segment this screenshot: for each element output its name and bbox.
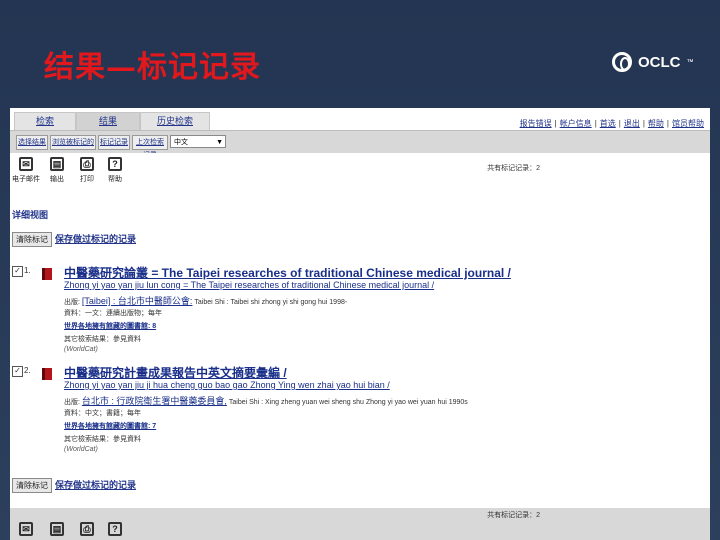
slide-title: 结果—标记记录 <box>44 50 261 85</box>
print-icon: ⎙ <box>80 522 94 536</box>
holdings-link[interactable]: 世界各地擁有館藏的圖書館: 7 <box>64 421 156 431</box>
record-count: 共有标记记录：2 <box>487 165 540 172</box>
publisher-name: 台北市 : 行政院衛生署中醫藥委員會, <box>81 396 227 406</box>
record-checkbox[interactable]: ✓ <box>12 366 23 377</box>
publisher-romanized: Taibei Shi : Taibei shi zhong yi shi gon… <box>194 299 348 306</box>
bottom-toolbar: ✉ 电子邮件 ▤ 输出 ⎙ 打印 ? 帮助 共有标记记录：2 <box>10 508 710 540</box>
page-label: 详细视图 <box>12 210 49 220</box>
export-button[interactable]: ▤ 输出 <box>50 522 64 540</box>
record-item: ✓ 1. 中醫藥研究論叢 = The Taipei researches of … <box>12 266 702 362</box>
screenshot-window: 检索 结果 历史检索 报告错误 | 帐户信息 | 首选 | 退出 | 帮助 | 馆员帮助 选择结果 … <box>10 108 710 540</box>
record-item: ✓ 2. 中醫藥研究計畫成果報告中英文摘要彙編 / Zhong yi yao y… <box>12 366 702 462</box>
record-romanized-title[interactable]: Zhong yi yao yan jiu ji hua cheng guo ba… <box>64 380 390 390</box>
record-checkbox[interactable]: ✓ <box>12 266 23 277</box>
record-title-link[interactable]: 中醫藥研究論叢 = The Taipei researches of tradi… <box>64 264 511 281</box>
link-help[interactable]: 帮助 <box>648 119 664 128</box>
book-icon <box>42 368 52 380</box>
oclc-logo-text: OCLC <box>638 53 681 71</box>
link-logout[interactable]: 退出 <box>624 119 640 128</box>
export-label: 输出 <box>50 176 64 183</box>
publisher-name: [Taibei] : 台北市中醫師公會: <box>81 296 193 306</box>
record-title-link[interactable]: 中醫藥研究計畫成果報告中英文摘要彙編 / <box>64 364 287 381</box>
link-account[interactable]: 帐户信息 <box>560 119 592 128</box>
language-select-value: 中文 <box>174 139 188 146</box>
action-row-top: 清除标记 保存做过标记的记录 <box>12 232 136 247</box>
email-icon: ✉ <box>19 522 33 536</box>
record-publisher: 出版: [Taibei] : 台北市中醫師公會: Taibei Shi : Ta… <box>64 294 347 307</box>
tab-history[interactable]: 历史检索 <box>140 112 210 131</box>
save-marked-link[interactable]: 保存做过标记的记录 <box>55 234 136 244</box>
link-report-error[interactable]: 报告错误 <box>520 119 552 128</box>
subnav-browse-marked[interactable]: 浏览被标记的 <box>50 135 96 150</box>
print-button[interactable]: ⎙ 打印 <box>80 157 94 184</box>
oclc-trademark: ™ <box>686 58 694 66</box>
export-icon: ▤ <box>50 157 64 171</box>
tab-bar: 检索 结果 历史检索 报告错误 | 帐户信息 | 首选 | 退出 | 帮助 | 馆员帮助 <box>10 108 710 131</box>
record-romanized-title[interactable]: Zhong yi yao yan jiu lun cong = The Taip… <box>64 280 434 290</box>
email-label: 电子邮件 <box>12 176 40 183</box>
record-format: 資料：中文；書籍；每年 <box>64 410 141 417</box>
action-row-bottom: 清除标记 保存做过标记的记录 <box>12 478 136 493</box>
publisher-prefix: 出版: <box>64 399 80 406</box>
help-button[interactable]: ? 帮助 <box>108 522 122 540</box>
link-staff-help[interactable]: 馆员帮助 <box>672 119 704 128</box>
oclc-ring-icon <box>612 52 632 72</box>
print-label: 打印 <box>80 176 94 183</box>
clear-marks-button[interactable]: 清除标记 <box>12 232 52 247</box>
print-button[interactable]: ⎙ 打印 <box>80 522 94 540</box>
help-button[interactable]: ? 帮助 <box>108 157 122 184</box>
subnav-bar: 选择结果 浏览被标记的 标记记录 上次检索记录 中文 ▼ <box>10 130 710 159</box>
book-icon <box>42 268 52 280</box>
help-label: 帮助 <box>108 176 122 183</box>
email-icon: ✉ <box>19 157 33 171</box>
record-source: (WorldCat) <box>64 346 98 353</box>
subnav-marked-records[interactable]: 标记记录 <box>98 135 130 150</box>
subnav-last-search[interactable]: 上次检索记录 <box>132 135 168 159</box>
record-number: 1. <box>24 266 31 275</box>
export-icon: ▤ <box>50 522 64 536</box>
help-icon: ? <box>108 157 122 171</box>
holdings-link[interactable]: 世界各地擁有館藏的圖書館: 8 <box>64 321 156 331</box>
record-number: 2. <box>24 366 31 375</box>
publisher-prefix: 出版: <box>64 299 80 306</box>
toolbar: ✉ 电子邮件 ▤ 输出 ⎙ 打印 ? 帮助 共有标记记录：2 <box>10 153 710 189</box>
print-icon: ⎙ <box>80 157 94 171</box>
clear-marks-button[interactable]: 清除标记 <box>12 478 52 493</box>
help-icon: ? <box>108 522 122 536</box>
other-results: 其它檢索結果：參見資料 <box>64 336 141 343</box>
language-select[interactable]: 中文 ▼ <box>170 135 226 148</box>
link-preferences[interactable]: 首选 <box>600 119 616 128</box>
chevron-down-icon: ▼ <box>216 139 223 146</box>
record-count: 共有标记记录：2 <box>487 512 540 519</box>
tab-results[interactable]: 结果 <box>76 112 140 131</box>
email-button[interactable]: ✉ 电子邮件 <box>12 522 40 540</box>
tab-search[interactable]: 检索 <box>14 112 76 131</box>
other-results: 其它檢索結果：參見資料 <box>64 436 141 443</box>
save-marked-link[interactable]: 保存做过标记的记录 <box>55 480 136 490</box>
record-source: (WorldCat) <box>64 446 98 453</box>
export-button[interactable]: ▤ 输出 <box>50 157 64 184</box>
top-links: 报告错误 | 帐户信息 | 首选 | 退出 | 帮助 | 馆员帮助 <box>519 119 704 128</box>
record-publisher: 出版: 台北市 : 行政院衛生署中醫藥委員會, Taibei Shi : Xin… <box>64 394 468 407</box>
subnav-select-results[interactable]: 选择结果 <box>16 135 48 150</box>
oclc-logo: OCLC ™ <box>612 52 694 72</box>
email-button[interactable]: ✉ 电子邮件 <box>12 157 40 184</box>
publisher-romanized: Taibei Shi : Xing zheng yuan wei sheng s… <box>228 399 468 406</box>
record-format: 資料：一文：連續出版物；每年 <box>64 310 162 317</box>
